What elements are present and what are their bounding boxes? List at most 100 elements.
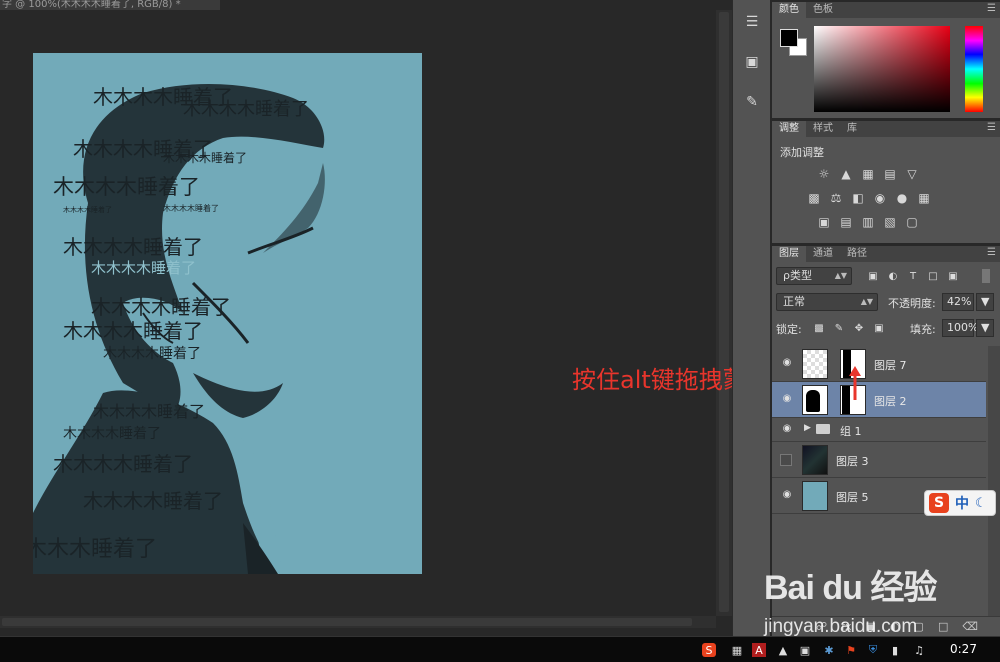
portrait-text: 木木木木睡着了 <box>103 346 201 362</box>
layer-row[interactable]: ◉ 图层 7 <box>772 346 986 382</box>
blend-mode-dropdown[interactable]: 正常 ▲▼ <box>776 293 878 311</box>
gradient-map-icon[interactable]: ▧ <box>882 215 898 229</box>
filter-shape-icon[interactable]: □ <box>926 269 940 283</box>
layer-group-row[interactable]: ◉ ▶ 组 1 <box>772 418 986 442</box>
adjustments-panel-tabs: 调整 样式 库 ☰ <box>772 121 1000 137</box>
document-horizontal-scrollbar[interactable] <box>0 616 716 628</box>
eye-icon[interactable]: ◉ <box>780 357 794 371</box>
flag-icon[interactable]: ⚑ <box>844 643 858 657</box>
tab-swatches[interactable]: 色板 <box>806 2 840 18</box>
ime-indicator[interactable]: S 中 ☾ <box>924 490 996 516</box>
eye-icon[interactable]: ◉ <box>780 423 794 437</box>
layer-name[interactable]: 图层 2 <box>874 393 907 409</box>
tab-color[interactable]: 颜色 <box>772 2 806 18</box>
expand-triangle-icon[interactable]: ▶ <box>804 423 811 433</box>
panel-menu-icon[interactable]: ☰ <box>987 247 996 258</box>
layer-name[interactable]: 组 1 <box>840 423 862 439</box>
filter-smart-object-icon[interactable]: ▣ <box>946 269 960 283</box>
display-icon[interactable]: ▣ <box>798 643 812 657</box>
sogou-tray-icon[interactable]: S <box>702 643 716 657</box>
tab-libraries[interactable]: 库 <box>840 121 864 137</box>
color-lookup-icon[interactable]: ▦ <box>916 191 932 205</box>
layer-row[interactable]: 图层 3 <box>772 442 986 478</box>
tab-adjustments[interactable]: 调整 <box>772 121 806 137</box>
channel-mixer-icon[interactable]: ● <box>894 191 910 205</box>
filter-pixel-icon[interactable]: ▣ <box>866 269 880 283</box>
filter-kind-dropdown[interactable]: ρ类型 ▲▼ <box>776 267 852 285</box>
filter-adjustment-icon[interactable]: ◐ <box>886 269 900 283</box>
document-tab[interactable]: 字 @ 100%(木木木木睡着了, RGB/8) * <box>0 0 220 10</box>
properties-icon[interactable]: ☰ <box>737 8 767 36</box>
tab-paths[interactable]: 路径 <box>840 246 874 262</box>
color-balance-icon[interactable]: ⚖ <box>828 191 844 205</box>
lock-paint-icon[interactable]: ✎ <box>832 321 846 335</box>
black-white-icon[interactable]: ◧ <box>850 191 866 205</box>
lock-all-icon[interactable]: ▣ <box>872 321 886 335</box>
hue-saturation-icon[interactable]: ▩ <box>806 191 822 205</box>
portrait-text: 木木木木睡着了 <box>93 402 206 421</box>
portrait-text: 木木木木睡着了 <box>53 452 193 476</box>
half-width-moon-icon[interactable]: ☾ <box>975 496 987 511</box>
tab-layers[interactable]: 图层 <box>772 246 806 262</box>
foreground-color-swatch[interactable] <box>780 29 798 47</box>
filter-type-icon[interactable]: T <box>906 269 920 283</box>
panel-menu-icon[interactable]: ☰ <box>987 3 996 14</box>
lock-position-icon[interactable]: ✥ <box>852 321 866 335</box>
photoshop-window: 字 @ 100%(木木木木睡着了, RGB/8) * 木木木木睡着了 木木木木睡… <box>0 0 1000 662</box>
color-panel: 颜色 色板 ☰ <box>772 2 1000 118</box>
measure-icon[interactable]: ✎ <box>737 88 767 116</box>
hue-slider[interactable] <box>965 26 983 112</box>
opacity-label: 不透明度: <box>888 297 936 310</box>
new-layer-icon[interactable]: □ <box>938 620 948 633</box>
opacity-dropdown-button[interactable]: ▼ <box>976 293 994 311</box>
tab-styles[interactable]: 样式 <box>806 121 840 137</box>
fill-input[interactable]: 100% <box>942 319 978 337</box>
watermark-url: jingyan.baidu.com <box>764 616 918 637</box>
panel-menu-icon[interactable]: ☰ <box>987 122 996 133</box>
battery-icon[interactable]: ▮ <box>888 643 902 657</box>
visibility-toggle-off[interactable] <box>780 454 792 466</box>
fill-dropdown-button[interactable]: ▼ <box>976 319 994 337</box>
canvas[interactable]: 木木木木睡着了 木木木木睡着了 木木木木睡着了 木木木木睡着了 木木木木睡着了 … <box>33 53 422 574</box>
tab-channels[interactable]: 通道 <box>806 246 840 262</box>
lock-transparent-icon[interactable]: ▩ <box>812 321 826 335</box>
exposure-icon[interactable]: ▤ <box>882 167 898 181</box>
levels-icon[interactable]: ▲ <box>838 167 854 181</box>
volume-icon[interactable]: ♫ <box>912 643 926 657</box>
vibrance-icon[interactable]: ▽ <box>904 167 920 181</box>
eye-icon[interactable]: ◉ <box>780 393 794 407</box>
bluetooth-icon[interactable]: ✱ <box>822 643 836 657</box>
color-picker-field[interactable] <box>814 26 950 112</box>
clock[interactable]: 0:27 <box>950 642 977 656</box>
brightness-icon[interactable]: ☼ <box>816 167 832 181</box>
3d-cube-icon[interactable]: ▣ <box>737 48 767 76</box>
windows-taskbar: S ▦ A ▲ ▣ ✱ ⚑ ⛨ ▮ ♫ 0:27 <box>0 636 1000 662</box>
threshold-icon[interactable]: ▥ <box>860 215 876 229</box>
network-icon[interactable]: ▦ <box>730 643 744 657</box>
color-panel-tabs: 颜色 色板 ☰ <box>772 2 1000 18</box>
layers-scrollbar[interactable] <box>988 346 1000 616</box>
filter-row: ρ类型 ▲▼ ▣ ◐ T □ ▣ <box>772 265 1000 287</box>
posterize-icon[interactable]: ▤ <box>838 215 854 229</box>
invert-icon[interactable]: ▣ <box>816 215 832 229</box>
fill-label: 填充: <box>910 323 936 336</box>
layer-row-selected[interactable]: ◉ 图层 2 <box>772 382 986 418</box>
selective-color-icon[interactable]: ▢ <box>904 215 920 229</box>
delete-layer-icon[interactable]: ⌫ <box>962 620 978 633</box>
lock-row: 锁定: ▩ ✎ ✥ ▣ 填充: 100% ▼ <box>772 317 1000 339</box>
layer-name[interactable]: 图层 7 <box>874 357 907 373</box>
opacity-input[interactable]: 42% <box>942 293 974 311</box>
layer-thumbnail <box>802 481 828 511</box>
layer-name[interactable]: 图层 3 <box>836 453 869 469</box>
layer-name[interactable]: 图层 5 <box>836 489 869 505</box>
app-tray-icon[interactable]: ▲ <box>776 643 790 657</box>
curves-icon[interactable]: ▦ <box>860 167 876 181</box>
portrait-text: 木木木木睡着了 <box>33 537 158 562</box>
eye-icon[interactable]: ◉ <box>780 489 794 503</box>
document-vertical-scrollbar[interactable] <box>716 10 732 616</box>
photo-filter-icon[interactable]: ◉ <box>872 191 888 205</box>
ime-mode-label[interactable]: 中 <box>955 493 969 513</box>
adobe-icon[interactable]: A <box>752 643 766 657</box>
filter-toggle[interactable] <box>982 269 990 283</box>
shield-icon[interactable]: ⛨ <box>866 643 880 657</box>
